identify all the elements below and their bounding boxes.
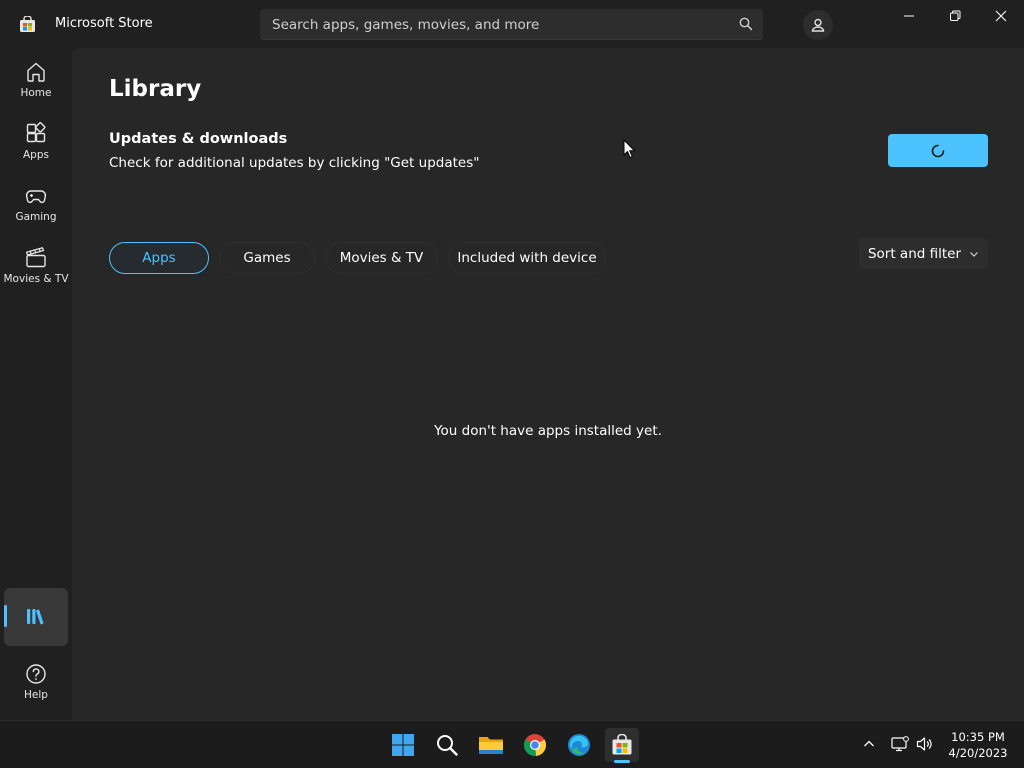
app-title: Microsoft Store: [55, 16, 153, 31]
tab-included-with-device[interactable]: Included with device: [448, 242, 606, 274]
taskbar-file-explorer[interactable]: [474, 728, 508, 762]
mouse-cursor-icon: [623, 139, 636, 159]
network-icon: [891, 736, 909, 752]
nav-item-apps[interactable]: Apps: [4, 114, 68, 172]
minimize-icon: [904, 15, 914, 17]
navigation-sidebar: Home Apps Gaming Movies & TV Help: [0, 48, 72, 720]
nav-item-help[interactable]: Help: [4, 654, 68, 712]
restore-icon: [950, 10, 961, 21]
gaming-icon: [25, 190, 47, 204]
updates-section-title: Updates & downloads: [109, 131, 288, 147]
microsoft-store-icon: [612, 734, 632, 755]
chevron-down-icon: [970, 251, 978, 257]
taskbar-edge[interactable]: [562, 728, 596, 762]
title-bar: Microsoft Store: [0, 0, 1024, 48]
empty-state-message: You don't have apps installed yet.: [434, 423, 662, 439]
active-indicator: [4, 605, 7, 627]
help-icon: [26, 664, 46, 684]
loading-spinner-icon: [931, 144, 945, 157]
taskbar-chrome[interactable]: [518, 728, 552, 762]
nav-item-movies-tv[interactable]: Movies & TV: [3, 238, 69, 296]
tab-apps[interactable]: Apps: [109, 242, 209, 274]
volume-icon: [916, 737, 932, 751]
network-button[interactable]: [889, 733, 911, 755]
sort-and-filter-label: Sort and filter: [867, 245, 962, 262]
nav-item-home[interactable]: Home: [4, 52, 68, 110]
sort-and-filter-button[interactable]: Sort and filter: [859, 238, 988, 269]
volume-button[interactable]: [914, 733, 936, 755]
tab-included-with-device-label: Included with device: [457, 250, 597, 266]
file-explorer-icon: [479, 737, 503, 754]
search-icon[interactable]: [739, 17, 753, 31]
taskbar-search-button[interactable]: [430, 728, 464, 762]
close-icon: [995, 10, 1007, 22]
nav-label-apps: Apps: [23, 149, 49, 161]
edge-icon: [568, 734, 590, 756]
active-app-indicator: [614, 760, 630, 763]
nav-label-gaming: Gaming: [15, 211, 57, 223]
show-hidden-icons-button[interactable]: [858, 733, 880, 755]
nav-label-movies-tv: Movies & TV: [3, 273, 69, 285]
nav-item-library[interactable]: [4, 588, 68, 646]
tab-movies-tv[interactable]: Movies & TV: [325, 242, 438, 274]
search-input[interactable]: [270, 9, 724, 41]
restore-button[interactable]: [932, 0, 978, 32]
windows-start-icon: [392, 734, 414, 756]
taskbar: 10:35 PM 4/20/2023: [0, 720, 1024, 768]
chevron-up-icon: [864, 740, 874, 747]
tab-movies-tv-label: Movies & TV: [339, 250, 424, 266]
account-button[interactable]: [803, 10, 833, 40]
chrome-icon: [523, 734, 547, 757]
nav-label-home: Home: [20, 87, 52, 99]
clock-date: 4/20/2023: [948, 746, 1008, 760]
nav-label-help: Help: [24, 689, 48, 701]
taskbar-microsoft-store[interactable]: [605, 728, 639, 762]
person-icon: [811, 18, 825, 32]
home-icon: [27, 62, 45, 82]
tab-games[interactable]: Games: [219, 242, 315, 274]
system-clock[interactable]: 10:35 PM 4/20/2023: [940, 729, 1016, 761]
clock-time: 10:35 PM: [951, 730, 1005, 744]
search-box[interactable]: [260, 9, 763, 41]
updates-section-subtitle: Check for additional updates by clicking…: [109, 155, 480, 171]
library-icon: [27, 609, 44, 625]
movies-tv-icon: [25, 247, 46, 268]
minimize-button[interactable]: [886, 0, 932, 32]
microsoft-store-logo-icon: [20, 16, 35, 32]
tab-apps-label: Apps: [142, 250, 176, 266]
library-page: Library Updates & downloads Check for ad…: [72, 48, 1024, 720]
get-updates-button[interactable]: [888, 134, 988, 167]
taskbar-start-button[interactable]: [386, 728, 420, 762]
apps-icon: [26, 122, 46, 143]
search-icon: [437, 735, 458, 756]
close-button[interactable]: [978, 0, 1024, 32]
page-title: Library: [109, 76, 202, 102]
nav-item-gaming[interactable]: Gaming: [4, 176, 68, 234]
tab-games-label: Games: [243, 250, 291, 266]
